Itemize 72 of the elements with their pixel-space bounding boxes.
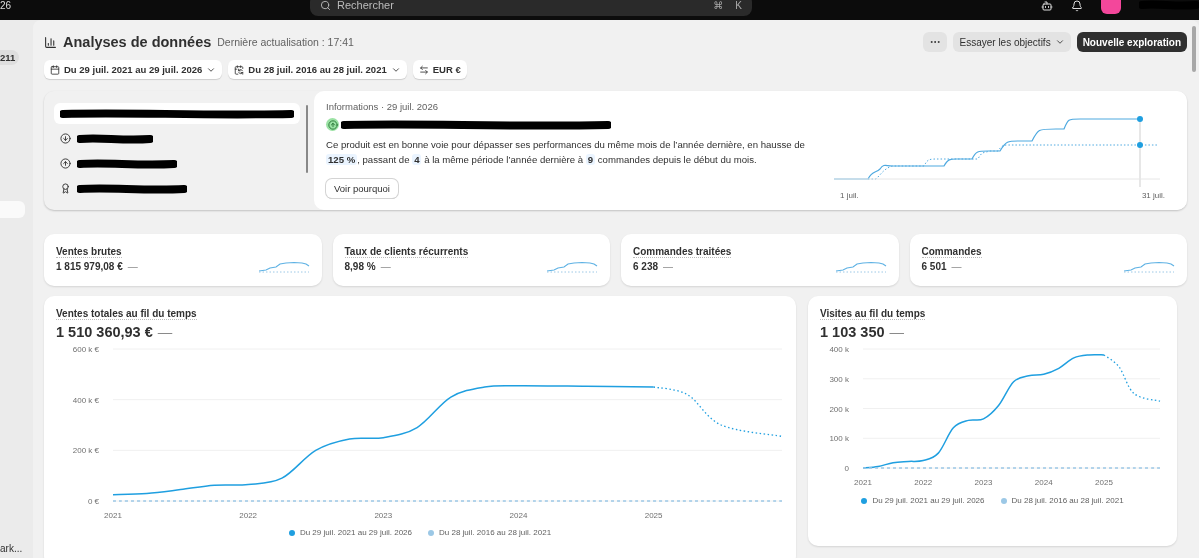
axis-label: 2023	[974, 478, 993, 487]
metric-label: Commandes traitées	[633, 246, 732, 258]
count-badge: 211	[0, 50, 20, 65]
axis-label: 600 k €	[72, 345, 99, 354]
currency-exchange-icon	[418, 64, 429, 75]
nav-label[interactable]: ark...	[0, 543, 23, 554]
insight-item[interactable]	[54, 103, 300, 124]
metric-label: Commandes	[921, 246, 982, 258]
trend-up-icon	[326, 118, 339, 131]
calendar-icon	[50, 64, 60, 75]
chart-title: Visites au fil du temps	[820, 308, 926, 320]
axis-label: 2023	[374, 511, 393, 520]
sparkline-drawing	[257, 260, 310, 274]
see-why-button[interactable]: Voir pourquoi	[326, 179, 398, 198]
avatar[interactable]	[1101, 0, 1121, 14]
insight-heading: Informations · 29 juil. 2026	[326, 101, 439, 112]
axis-label: 2025	[1095, 478, 1113, 487]
arrow-up-circle-icon	[60, 158, 71, 169]
award-icon	[60, 183, 71, 194]
metric-value: 1 815 979,08 € —	[56, 261, 138, 272]
shortcut-key: ⌘	[713, 0, 724, 11]
axis-label: 2022	[239, 511, 258, 520]
axis-label: 300 k	[829, 374, 849, 384]
more-button[interactable]	[923, 32, 948, 52]
metric-card[interactable]: Ventes brutes 1 815 979,08 € —	[44, 234, 322, 286]
axis-label: 2024	[1034, 478, 1053, 487]
insight-text: Ce produit est en bonne voie pour dépasser ses performances du même mois de l’année dernière, en hausse de 125 %, passant de 4 à la même période l’année dernière à 9 commandes depuis le début du mois.	[326, 138, 806, 167]
metric-card[interactable]: Commandes traitées 6 238 —	[621, 234, 899, 286]
filter-button[interactable]: EUR €	[412, 60, 467, 79]
goals-dropdown[interactable]: Essayer les objectifs	[953, 32, 1071, 52]
axis-label: 0	[844, 464, 849, 473]
sparkline-drawing	[834, 260, 887, 274]
chart-title: Ventes totales au fil du temps	[56, 308, 197, 320]
metric-value: 6 501 —	[921, 261, 963, 272]
axis-label: 31 juil.	[1141, 191, 1165, 200]
metric-card[interactable]: Taux de clients récurrents 8,98 % —	[332, 234, 610, 286]
metric-label: Ventes brutes	[56, 246, 122, 258]
robot-icon[interactable]	[1041, 0, 1053, 12]
metric-label: Taux de clients récurrents	[344, 246, 469, 258]
calendar-compare-icon	[234, 64, 245, 75]
metric-value: 6 238 —	[633, 261, 675, 272]
axis-label: 100 k	[829, 434, 849, 444]
axis-label: 2021	[104, 511, 122, 520]
shortcut-key: K	[735, 0, 742, 11]
bell-icon[interactable]	[1071, 0, 1083, 12]
axis-label: 400 k €	[72, 395, 99, 405]
search-field[interactable]: Rechercher ⌘ K	[310, 0, 752, 16]
metric-card[interactable]: Commandes 6 501 —	[909, 234, 1187, 286]
sparkline-drawing	[1123, 260, 1175, 274]
axis-label: 2025	[644, 511, 663, 520]
analytics-icon	[44, 35, 57, 49]
last-updated-text: Dernière actualisation : 17:41	[217, 36, 354, 48]
new-exploration-button[interactable]: Nouvelle exploration	[1076, 32, 1187, 52]
axis-label: 1 juil.	[840, 191, 859, 200]
chart-total: 1 103 350 —	[820, 324, 905, 340]
axis-label: 0 €	[87, 497, 99, 506]
search-icon	[320, 0, 331, 11]
axis-label: 2021	[854, 478, 872, 487]
arrow-down-circle-icon	[60, 133, 71, 144]
filter-button[interactable]: Du 28 juil. 2016 au 28 juil. 2021	[228, 60, 407, 79]
axis-label: 400 k	[829, 345, 849, 354]
page-title: Analyses de données	[63, 34, 212, 50]
metric-value: 8,98 % —	[344, 261, 392, 272]
axis-label: 200 k	[829, 404, 849, 414]
filter-button[interactable]: Du 29 juil. 2021 au 29 juil. 2026	[44, 60, 223, 79]
axis-label: 2024	[509, 511, 528, 520]
chart-total: 1 510 360,93 € —	[56, 324, 174, 340]
axis-label: 2022	[914, 478, 933, 487]
chevron-down-icon	[1054, 37, 1065, 47]
axis-label: 200 k €	[72, 446, 99, 456]
corner-text: 26	[0, 0, 13, 11]
sparkline-drawing	[546, 260, 598, 274]
